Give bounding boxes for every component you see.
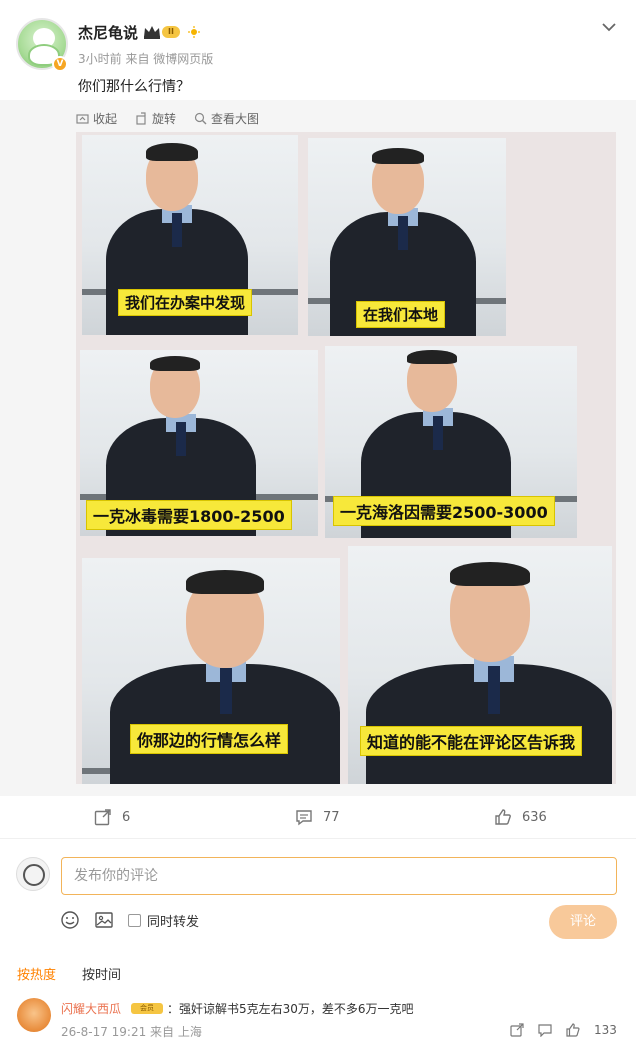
caption-6: 知道的能不能在评论区告诉我 bbox=[360, 726, 583, 756]
comment-actions: 133 bbox=[510, 1023, 617, 1037]
rotate-button[interactable]: 旋转 bbox=[135, 110, 176, 127]
sun-icon bbox=[188, 26, 200, 38]
caption-2: 在我们本地 bbox=[356, 301, 446, 328]
composer-tools: 同时转发 bbox=[60, 910, 199, 930]
repost-icon[interactable] bbox=[510, 1023, 524, 1037]
collage-frame-6: 知道的能不能在评论区告诉我 bbox=[348, 546, 612, 784]
submit-comment-button[interactable]: 评论 bbox=[549, 905, 617, 939]
thumbs-up-icon[interactable] bbox=[566, 1023, 580, 1037]
avatar-doodle bbox=[23, 864, 45, 886]
crown-icon bbox=[144, 26, 160, 39]
media-panel: 收起 旋转 查看大图 我们在办案中发现 在我们本地 一克冰毒需要1800-250… bbox=[0, 100, 636, 796]
repost-checkbox[interactable] bbox=[128, 913, 141, 927]
caption-1: 我们在办案中发现 bbox=[118, 289, 253, 316]
view-large-button[interactable]: 查看大图 bbox=[194, 110, 259, 127]
image-icon[interactable] bbox=[94, 910, 114, 930]
caption-3: 一克冰毒需要1800-2500 bbox=[86, 500, 292, 530]
emoji-icon[interactable] bbox=[60, 910, 80, 930]
collage-frame-5: 你那边的行情怎么样 bbox=[82, 558, 340, 784]
repost-button[interactable]: 6 bbox=[94, 808, 130, 826]
collage-frame-3: 一克冰毒需要1800-2500 bbox=[80, 350, 318, 536]
tab-sort-time[interactable]: 按时间 bbox=[82, 964, 121, 983]
commenter-name[interactable]: 闪耀大西瓜 bbox=[61, 1000, 121, 1017]
media-toolbar: 收起 旋转 查看大图 bbox=[76, 110, 259, 127]
divider bbox=[0, 838, 636, 839]
member-badge: 会员 bbox=[131, 1003, 163, 1014]
collapse-button[interactable]: 收起 bbox=[76, 110, 117, 127]
comment-item: 闪耀大西瓜 会员 ：强奸谅解书5克左右30万，差不多6万一克吧 26-8-17 … bbox=[0, 994, 636, 1040]
comment-sort-tabs: 按热度 按时间 bbox=[17, 964, 121, 983]
verified-badge: V bbox=[52, 56, 68, 72]
tab-sort-hot[interactable]: 按热度 bbox=[17, 964, 56, 983]
repost-icon bbox=[94, 809, 111, 826]
rotate-label: 旋转 bbox=[152, 112, 177, 126]
post-meta: 3小时前 来自 微博网页版 bbox=[78, 52, 214, 66]
image-collage[interactable]: 我们在办案中发现 在我们本地 一克冰毒需要1800-2500 一克海洛因需要25… bbox=[76, 132, 616, 784]
collage-frame-2: 在我们本地 bbox=[308, 138, 506, 336]
post-action-bar: 6 77 636 bbox=[0, 796, 636, 836]
like-button[interactable]: 636 bbox=[494, 808, 547, 826]
view-large-label: 查看大图 bbox=[211, 112, 260, 126]
comment-button[interactable]: 77 bbox=[295, 808, 340, 826]
post-text: 你们那什么行情？ bbox=[78, 79, 190, 95]
chevron-down-icon[interactable] bbox=[602, 22, 616, 32]
comment-icon[interactable] bbox=[538, 1023, 552, 1037]
post-header: V 杰尼龟说 II 3小时前 来自 微博网页版 你们那什么行情？ bbox=[0, 0, 636, 100]
caption-4: 一克海洛因需要2500-3000 bbox=[333, 496, 555, 526]
commenter-avatar[interactable] bbox=[17, 998, 51, 1032]
comment-meta: 26-8-17 19:21 来自 上海 bbox=[61, 1025, 202, 1039]
collage-frame-4: 一克海洛因需要2500-3000 bbox=[325, 346, 577, 538]
thumbs-up-icon bbox=[495, 809, 511, 825]
collapse-label: 收起 bbox=[93, 112, 118, 126]
view-large-icon bbox=[194, 112, 207, 125]
collapse-icon bbox=[76, 114, 89, 124]
comment-input[interactable] bbox=[61, 857, 617, 895]
comment-count: 77 bbox=[323, 809, 340, 825]
caption-5: 你那边的行情怎么样 bbox=[130, 724, 289, 754]
level-badge: II bbox=[162, 26, 180, 38]
comment-icon bbox=[296, 810, 312, 826]
like-count: 636 bbox=[522, 809, 547, 825]
rotate-icon bbox=[136, 112, 146, 125]
author-name[interactable]: 杰尼龟说 bbox=[78, 22, 138, 43]
comment-text: ：强奸谅解书5克左右30万，差不多6万一克吧 bbox=[167, 1002, 414, 1016]
repost-count: 6 bbox=[122, 809, 131, 825]
current-user-avatar[interactable] bbox=[16, 857, 50, 891]
repost-toggle[interactable]: 同时转发 bbox=[128, 911, 199, 930]
collage-frame-1: 我们在办案中发现 bbox=[82, 135, 298, 335]
comment-like-count: 133 bbox=[594, 1023, 617, 1037]
repost-toggle-label: 同时转发 bbox=[147, 914, 200, 930]
